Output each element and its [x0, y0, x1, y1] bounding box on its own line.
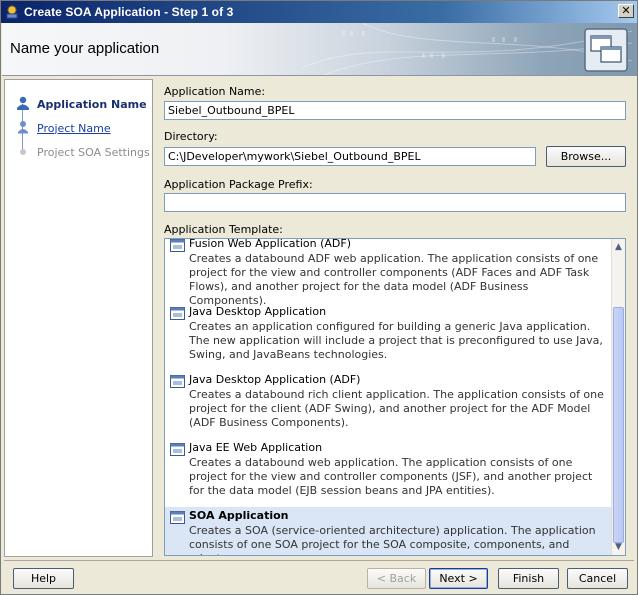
template-name: Fusion Web Application (ADF) — [189, 238, 352, 250]
close-button[interactable]: ✕ — [618, 4, 634, 18]
back-button-label: < Back — [376, 572, 417, 585]
nav-step-label: Application Name — [37, 97, 147, 111]
template-description: Creates a databound web application. The… — [189, 456, 593, 497]
help-button-label: Help — [30, 572, 57, 585]
template-list-scrollbar[interactable]: ▲ ▼ — [611, 239, 625, 555]
application-template-list[interactable]: Fusion Web Application (ADF) Creates a d… — [164, 238, 626, 556]
footer-separator — [4, 560, 634, 561]
template-name: Java EE Web Application — [189, 441, 323, 454]
scrollbar-thumb[interactable] — [613, 307, 624, 543]
next-button-label: Next > — [439, 572, 478, 585]
template-name: Java Desktop Application — [189, 305, 327, 318]
nav-step-project-soa-settings: Project SOA Settings — [5, 143, 152, 161]
directory-input[interactable]: C:\JDeveloper\mywork\Siebel_Outbound_BPE… — [164, 147, 536, 166]
template-item-java-desktop-adf[interactable]: Java Desktop Application (ADF) Creates a… — [165, 373, 612, 435]
template-name: SOA Application — [189, 509, 289, 522]
step-disabled-icon — [20, 149, 26, 155]
nav-step-label: Project Name — [37, 121, 111, 135]
package-prefix-label: Application Package Prefix: — [164, 178, 313, 191]
application-name-label: Application Name: — [164, 85, 266, 98]
page-title: Name your application — [10, 40, 160, 57]
template-window-icon — [170, 239, 185, 252]
application-form: Application Name: Siebel_Outbound_BPEL D… — [156, 79, 634, 557]
window-title: Create SOA Application - Step 1 of 3 — [24, 5, 234, 19]
create-soa-application-dialog: Create SOA Application - Step 1 of 3 ✕ N… — [0, 0, 638, 595]
template-window-icon — [170, 307, 185, 320]
template-item-java-ee-web[interactable]: Java EE Web Application Creates a databo… — [165, 441, 612, 503]
template-description: Creates a databound rich client applicat… — [189, 388, 604, 429]
application-template-label: Application Template: — [164, 223, 283, 236]
browse-button[interactable]: Browse... — [546, 146, 626, 167]
template-description: Creates an application configured for bu… — [189, 320, 603, 361]
scroll-up-icon[interactable]: ▲ — [612, 240, 625, 254]
template-item-java-desktop[interactable]: Java Desktop Application Creates an appl… — [165, 305, 612, 367]
application-wizard-icon — [584, 28, 628, 72]
finish-button[interactable]: Finish — [498, 568, 559, 589]
close-icon: ✕ — [621, 4, 631, 17]
cancel-button-label: Cancel — [578, 572, 617, 585]
header-banner: Name your application — [2, 23, 637, 76]
jdeveloper-icon — [6, 5, 18, 19]
nav-step-application-name[interactable]: Application Name — [5, 95, 152, 113]
template-window-icon — [170, 443, 185, 456]
template-description: Creates a SOA (service-oriented architec… — [189, 524, 596, 555]
title-bar[interactable]: Create SOA Application - Step 1 of 3 ✕ — [1, 1, 637, 23]
nav-step-project-name[interactable]: Project Name — [5, 119, 152, 137]
template-window-icon — [170, 511, 185, 524]
nav-step-label: Project SOA Settings — [37, 145, 150, 159]
finish-button-label: Finish — [512, 572, 545, 585]
application-name-input[interactable]: Siebel_Outbound_BPEL — [164, 101, 626, 120]
template-window-icon — [170, 375, 185, 388]
wizard-steps-nav: Application Name Project Name Project SO… — [4, 79, 153, 557]
cancel-button[interactable]: Cancel — [567, 568, 628, 589]
step-link-icon — [18, 121, 28, 134]
package-prefix-input[interactable] — [164, 193, 626, 212]
directory-label: Directory: — [164, 130, 218, 143]
help-button[interactable]: Help — [13, 568, 74, 589]
scroll-down-icon[interactable]: ▼ — [612, 540, 625, 554]
template-name: Java Desktop Application (ADF) — [189, 373, 361, 386]
template-item-fusion-web-adf[interactable]: Fusion Web Application (ADF) Creates a d… — [165, 238, 612, 307]
template-description: Creates a databound ADF web application.… — [189, 252, 599, 307]
template-item-soa-application[interactable]: SOA Application Creates a SOA (service-o… — [165, 507, 612, 555]
back-button: < Back — [367, 568, 426, 589]
current-step-icon — [17, 96, 29, 110]
next-button[interactable]: Next > — [429, 568, 488, 589]
